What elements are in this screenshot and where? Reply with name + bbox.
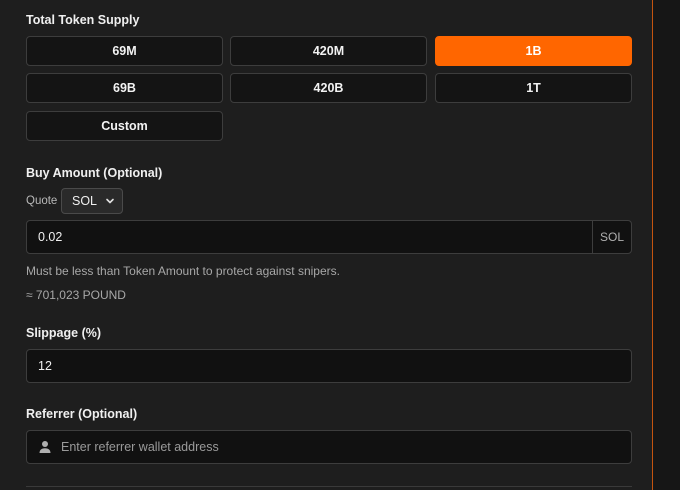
referrer-placeholder: Enter referrer wallet address — [61, 440, 219, 454]
buy-amount-label: Buy Amount (Optional) — [26, 166, 163, 180]
referrer-label: Referrer (Optional) — [26, 407, 138, 421]
quote-currency-select[interactable]: SOL — [61, 188, 123, 214]
supply-option-69b[interactable]: 69B — [26, 73, 223, 103]
token-estimate: ≈ 701,023 POUND — [26, 288, 126, 302]
supply-option-custom[interactable]: Custom — [26, 111, 223, 141]
section-divider — [26, 486, 632, 487]
quote-currency-value: SOL — [72, 194, 98, 208]
buy-amount-hint: Must be less than Token Amount to protec… — [26, 264, 340, 278]
person-icon — [39, 441, 51, 453]
token-settings-panel: Total Token Supply 69M 420M 1B 69B 420B … — [0, 0, 653, 490]
buy-amount-value: 0.02 — [38, 230, 63, 244]
buy-amount-suffix: SOL — [592, 221, 631, 253]
supply-option-1t[interactable]: 1T — [435, 73, 632, 103]
total-token-supply-label: Total Token Supply — [26, 13, 140, 27]
supply-option-1b[interactable]: 1B — [435, 36, 632, 66]
slippage-value: 12 — [38, 359, 52, 373]
buy-amount-input[interactable]: 0.02 SOL — [26, 220, 632, 254]
supply-option-420b[interactable]: 420B — [230, 73, 427, 103]
quote-label: Quote — [26, 195, 58, 207]
chevron-down-icon — [106, 198, 114, 204]
supply-option-69m[interactable]: 69M — [26, 36, 223, 66]
slippage-input[interactable]: 12 — [26, 349, 632, 383]
referrer-input[interactable]: Enter referrer wallet address — [26, 430, 632, 464]
supply-option-420m[interactable]: 420M — [230, 36, 427, 66]
slippage-label: Slippage (%) — [26, 326, 102, 340]
